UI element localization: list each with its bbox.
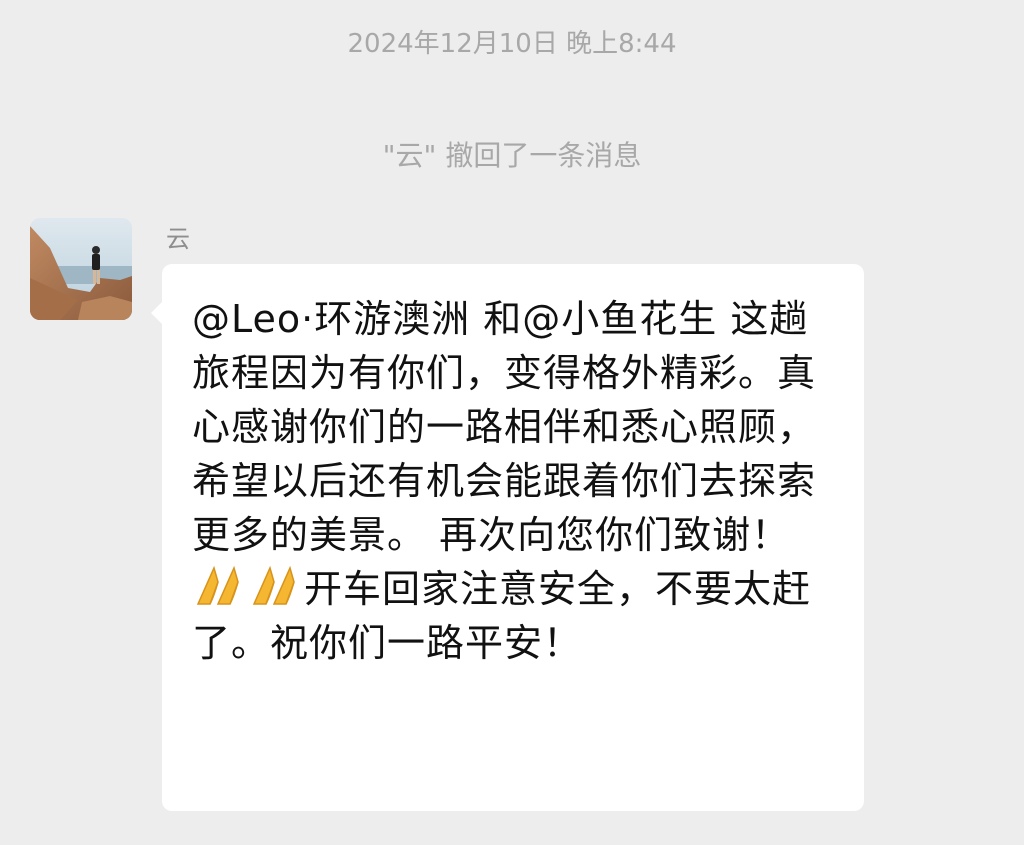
pray-emoji-icon <box>252 564 300 608</box>
avatar[interactable] <box>30 218 132 320</box>
pray-emoji-icon <box>196 564 244 608</box>
chat-timestamp: 2024年12月10日 晚上8:44 <box>347 29 677 59</box>
message-text: @Leo·环游澳洲 和@小鱼花生 这趟旅程因为有你们，变得格外精彩。真心感谢你们… <box>192 292 842 670</box>
message-bubble[interactable]: @Leo·环游澳洲 和@小鱼花生 这趟旅程因为有你们，变得格外精彩。真心感谢你们… <box>151 264 864 811</box>
bubble-tail <box>151 302 162 324</box>
message-text-part1: @Leo·环游澳洲 和@小鱼花生 这趟旅程因为有你们，变得格外精彩。真心感谢你们… <box>192 297 817 557</box>
avatar-photo-icon <box>30 218 132 320</box>
sender-name: 云 <box>166 225 190 253</box>
recall-notice: "云" 撤回了一条消息 <box>382 139 642 172</box>
